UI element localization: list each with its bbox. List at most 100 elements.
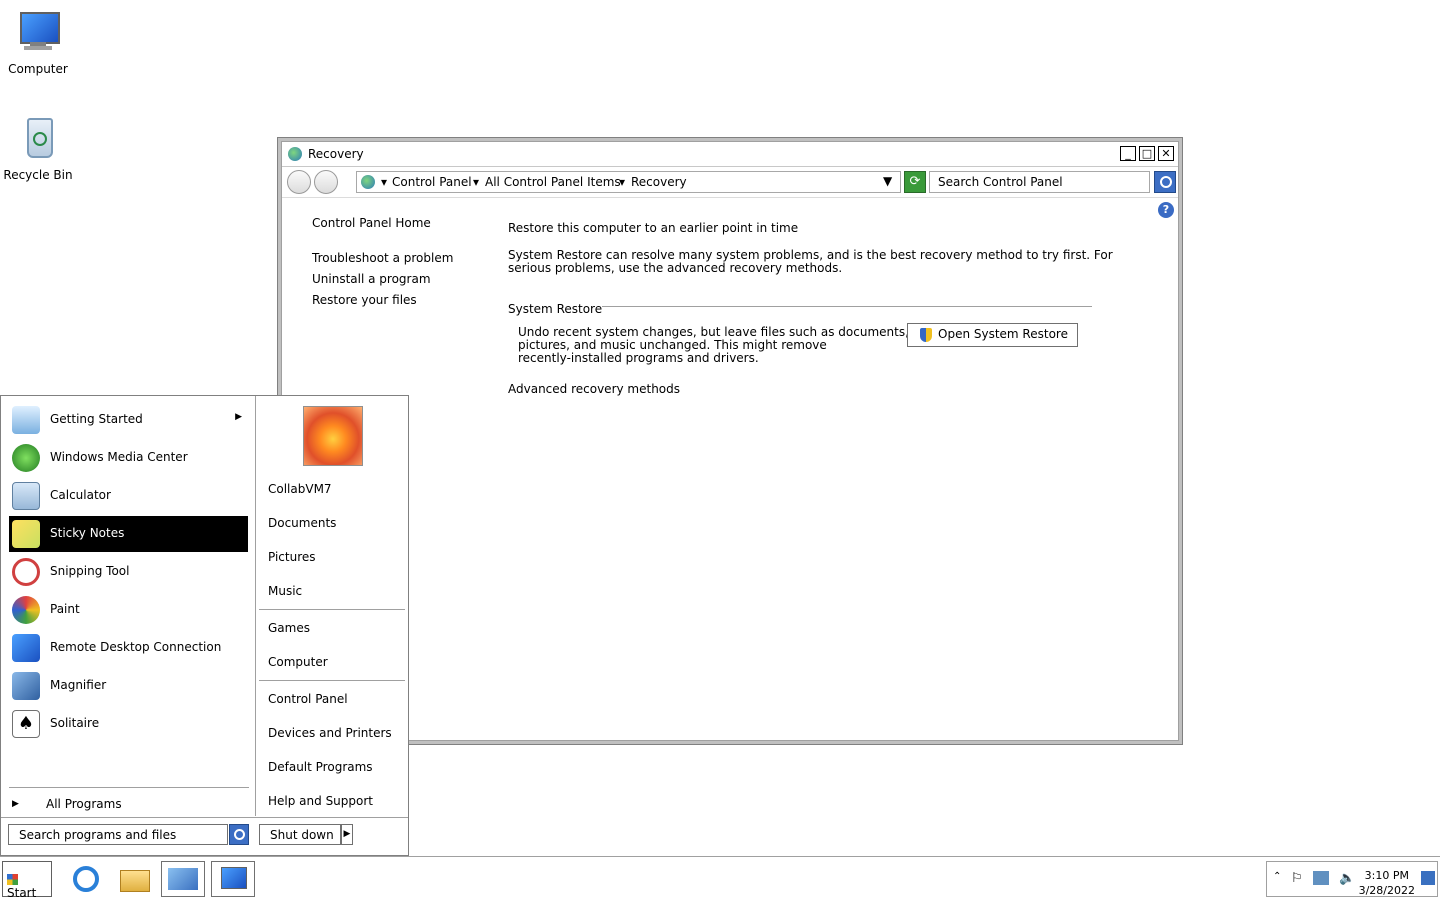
snipping-tool-icon — [12, 558, 40, 586]
start-search-input[interactable]: Search programs and files — [8, 824, 228, 845]
start-button[interactable]: Start — [2, 861, 52, 900]
control-panel-icon — [361, 175, 375, 189]
desktop-icon-label: Computer — [8, 62, 68, 76]
program-magnifier[interactable]: Magnifier — [9, 668, 248, 704]
user-avatar[interactable] — [303, 406, 363, 466]
pictures-link[interactable]: Pictures — [268, 550, 316, 564]
default-programs-link[interactable]: Default Programs — [268, 760, 373, 774]
all-programs-link[interactable]: All Programs — [46, 797, 122, 811]
program-calculator[interactable]: Calculator — [9, 478, 248, 514]
program-label: Solitaire — [50, 716, 100, 730]
search-icon[interactable] — [1154, 171, 1176, 193]
volume-icon[interactable]: 🔈 — [1339, 871, 1355, 886]
intro-text: System Restore can resolve many system p… — [508, 248, 1113, 262]
program-windows-media-center[interactable]: Windows Media Center — [9, 440, 248, 476]
search-control-panel-input[interactable]: Search Control Panel — [929, 171, 1150, 193]
breadcrumb-control-panel[interactable]: Control Panel — [392, 175, 472, 189]
breadcrumb-separator[interactable]: ▾ — [473, 175, 479, 189]
back-button[interactable] — [287, 170, 311, 194]
program-getting-started[interactable]: Getting Started ▶ — [9, 402, 248, 438]
open-system-restore-label: Open System Restore — [938, 327, 1068, 341]
search-icon[interactable] — [229, 824, 249, 845]
shut-down-button[interactable]: Shut down — [259, 824, 341, 845]
getting-started-icon — [12, 406, 40, 434]
section-description: recently-installed programs and drivers. — [518, 351, 759, 365]
shutdown-options-arrow-icon[interactable]: ▶ — [341, 824, 353, 845]
program-solitaire[interactable]: ♠ Solitaire — [9, 706, 248, 742]
program-paint[interactable]: Paint — [9, 592, 248, 628]
user-folder-link[interactable]: CollabVM7 — [268, 482, 332, 496]
close-button[interactable]: ✕ — [1158, 146, 1174, 161]
page-heading: Restore this computer to an earlier poin… — [508, 221, 799, 235]
devices-printers-link[interactable]: Devices and Printers — [268, 726, 392, 740]
help-icon[interactable]: ? — [1158, 202, 1174, 218]
window-title: Recovery — [308, 147, 364, 161]
control-panel-home-link[interactable]: Control Panel Home — [312, 216, 431, 230]
section-divider — [602, 306, 1092, 307]
divider — [9, 787, 249, 788]
address-bar: ▾ Control Panel ▾ All Control Panel Item… — [282, 167, 1178, 198]
magnifier-icon — [12, 672, 40, 700]
desktop-icon-label: Recycle Bin — [3, 168, 73, 182]
system-tray: ⌃ ⚐ 🔈 3:10 PM 3/28/2022 — [1266, 861, 1438, 897]
maximize-button[interactable]: □ — [1139, 146, 1155, 161]
programs-pane: Getting Started ▶ Windows Media Center C… — [1, 396, 256, 816]
restore-files-link[interactable]: Restore your files — [312, 293, 417, 307]
breadcrumb-separator[interactable]: ▾ — [381, 175, 387, 189]
breadcrumb-all-items[interactable]: All Control Panel Items — [485, 175, 621, 189]
games-link[interactable]: Games — [268, 621, 310, 635]
minimize-button[interactable]: _ — [1120, 146, 1136, 161]
refresh-button[interactable]: ⟳ — [904, 171, 926, 193]
clock-date: 3/28/2022 — [1358, 884, 1415, 897]
remote-desktop-taskbar-icon[interactable] — [211, 861, 255, 897]
program-label: Sticky Notes — [50, 526, 125, 540]
computer-link[interactable]: Computer — [268, 655, 328, 669]
help-support-link[interactable]: Help and Support — [268, 794, 373, 808]
program-label: Windows Media Center — [50, 450, 188, 464]
start-menu: Getting Started ▶ Windows Media Center C… — [0, 395, 409, 856]
program-remote-desktop[interactable]: Remote Desktop Connection — [9, 630, 248, 666]
control-panel-taskbar-icon[interactable] — [161, 861, 205, 897]
control-panel-link[interactable]: Control Panel — [268, 692, 348, 706]
intro-text: serious problems, use the advanced recov… — [508, 261, 843, 275]
forward-button[interactable] — [314, 170, 338, 194]
desktop-icon-computer[interactable]: Computer — [0, 8, 76, 76]
internet-explorer-icon[interactable] — [64, 861, 108, 897]
program-label: Paint — [50, 602, 80, 616]
title-bar[interactable]: Recovery _ □ ✕ — [282, 142, 1178, 167]
program-label: Getting Started — [50, 412, 143, 426]
submenu-arrow-icon: ▶ — [235, 412, 242, 422]
clock[interactable]: 3:10 PM 3/28/2022 — [1359, 868, 1415, 898]
all-programs-arrow-icon: ▶ — [12, 799, 19, 809]
documents-link[interactable]: Documents — [268, 516, 336, 530]
program-sticky-notes[interactable]: Sticky Notes — [9, 516, 248, 552]
show-hidden-icons-icon[interactable]: ⌃ — [1273, 871, 1281, 882]
section-description: Undo recent system changes, but leave fi… — [518, 325, 909, 339]
recycle-bin-icon — [14, 114, 62, 162]
program-label: Calculator — [50, 488, 111, 502]
program-snipping-tool[interactable]: Snipping Tool — [9, 554, 248, 590]
windows-logo-icon — [7, 874, 18, 885]
address-box[interactable]: ▾ Control Panel ▾ All Control Panel Item… — [356, 171, 901, 193]
breadcrumb-separator[interactable]: ▾ — [619, 175, 625, 189]
action-center-flag-icon[interactable]: ⚐ — [1291, 871, 1303, 886]
network-icon[interactable] — [1313, 871, 1329, 885]
advanced-recovery-link[interactable]: Advanced recovery methods — [508, 382, 680, 396]
open-system-restore-button[interactable]: Open System Restore — [907, 323, 1078, 347]
start-label: Start — [7, 886, 37, 900]
clock-time: 3:10 PM — [1364, 869, 1409, 882]
program-label: Magnifier — [50, 678, 107, 692]
desktop-icon-recycle-bin[interactable]: Recycle Bin — [0, 114, 76, 182]
sticky-notes-icon — [12, 520, 40, 548]
breadcrumb-recovery[interactable]: Recovery — [631, 175, 687, 189]
solitaire-icon: ♠ — [12, 710, 40, 738]
troubleshoot-link[interactable]: Troubleshoot a problem — [312, 251, 453, 265]
windows-explorer-icon[interactable] — [112, 861, 156, 897]
paint-icon — [12, 596, 40, 624]
divider — [1, 817, 408, 818]
recovery-icon — [288, 147, 302, 161]
show-desktop-icon[interactable] — [1421, 871, 1435, 885]
uninstall-program-link[interactable]: Uninstall a program — [312, 272, 431, 286]
music-link[interactable]: Music — [268, 584, 302, 598]
address-dropdown-icon[interactable]: ▼ — [883, 174, 892, 188]
